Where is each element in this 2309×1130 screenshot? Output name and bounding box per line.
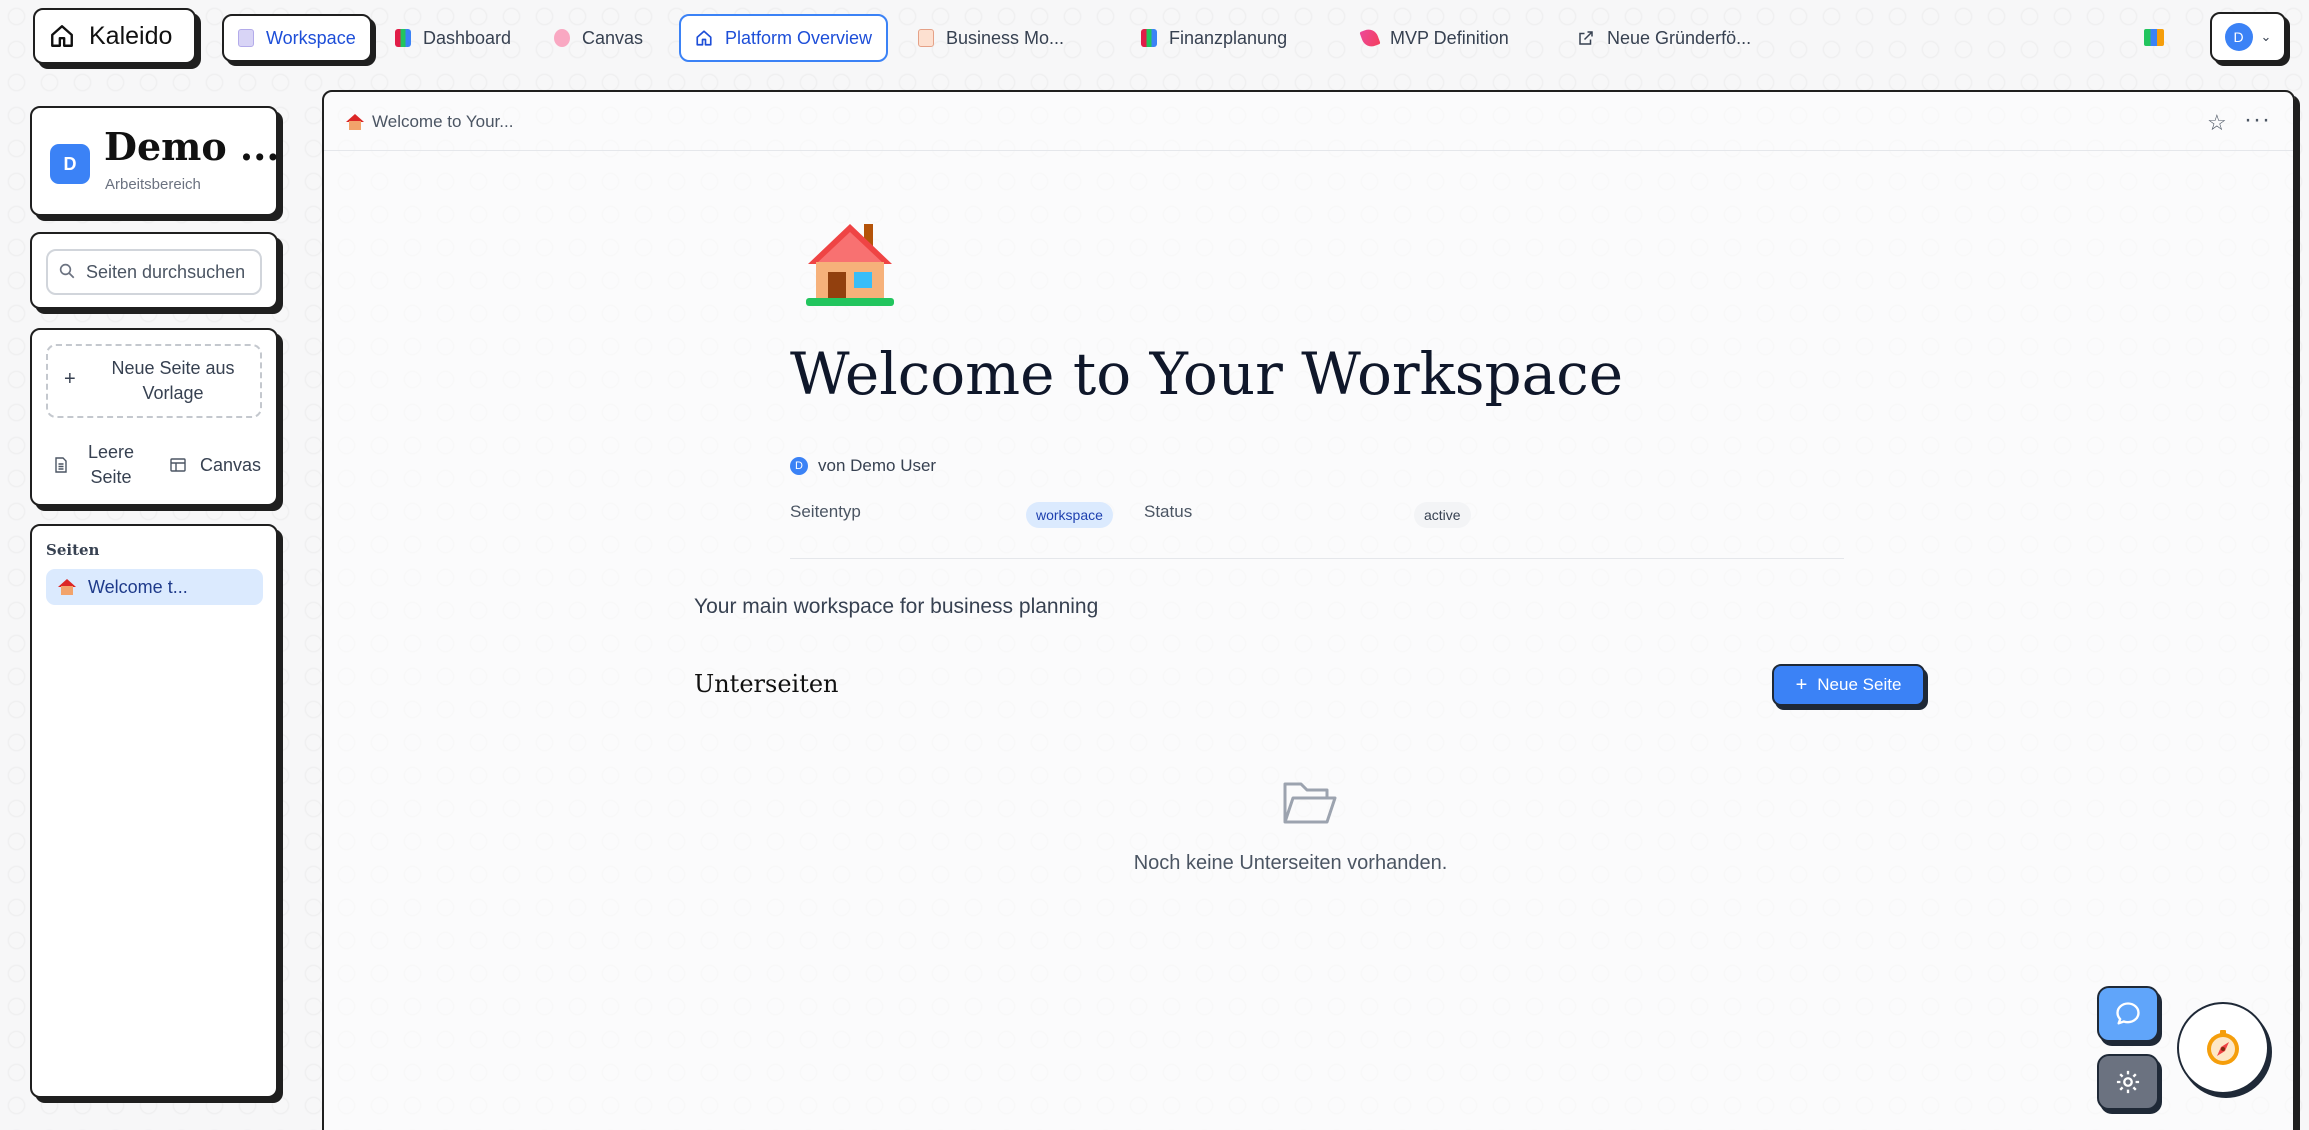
page-title: Welcome to Your Workspace bbox=[790, 340, 1624, 408]
subpages-heading: Unterseiten bbox=[694, 670, 839, 698]
user-menu-button[interactable]: D ⌄ bbox=[2210, 12, 2286, 62]
pages-card: Seiten Welcome t... bbox=[30, 524, 278, 1098]
house-icon bbox=[806, 224, 894, 306]
avatar: D bbox=[2224, 23, 2253, 51]
page-type-label: Seitentyp bbox=[790, 502, 861, 521]
workspace-name: Demo ... bbox=[104, 124, 280, 169]
new-page-from-template-button[interactable]: + Neue Seite aus Vorlage bbox=[46, 344, 262, 418]
tab-label: MVP Definition bbox=[1390, 27, 1509, 48]
tab-dashboard[interactable]: Dashboard bbox=[381, 14, 525, 62]
breadcrumb[interactable]: Welcome to Your... bbox=[346, 112, 513, 132]
tab-mvp-definition[interactable]: MVP Definition bbox=[1348, 14, 1523, 62]
top-navigation: Kaleido Workspace Dashboard Canvas Platf… bbox=[0, 0, 2309, 80]
ledger-icon bbox=[918, 29, 934, 47]
canvas-button[interactable]: Canvas bbox=[170, 436, 261, 494]
properties-divider bbox=[790, 558, 1844, 559]
new-subpage-label: Neue Seite bbox=[1817, 675, 1902, 694]
author-avatar: D bbox=[790, 457, 808, 475]
brain-icon bbox=[554, 29, 570, 47]
sidebar-page-label: Welcome t... bbox=[88, 576, 188, 597]
file-icon bbox=[55, 457, 67, 473]
empty-subpages-message: Noch keine Unterseiten vorhanden. bbox=[324, 852, 2293, 875]
tab-label: Canvas bbox=[582, 27, 644, 48]
search-icon bbox=[59, 263, 75, 279]
page-author: D von Demo User bbox=[790, 456, 936, 476]
breadcrumb-label: Welcome to Your... bbox=[372, 112, 514, 131]
compass-icon bbox=[2207, 1030, 2239, 1065]
tab-label: Finanzplanung bbox=[1169, 27, 1288, 48]
empty-subpages-text: Noch keine Unterseiten vorhanden. bbox=[1133, 852, 1448, 874]
tab-business-model[interactable]: Business Mo... bbox=[904, 14, 1078, 62]
chat-icon bbox=[2116, 1002, 2140, 1025]
chevron-down-icon: ⌄ bbox=[2260, 29, 2272, 44]
tab-label: Dashboard bbox=[423, 27, 512, 48]
tab-platform-overview[interactable]: Platform Overview bbox=[679, 14, 889, 62]
tab-neue-gruenderfoerderung[interactable]: Neue Gründerfö... bbox=[1563, 14, 1765, 62]
empty-page-button[interactable]: Leere Seite bbox=[54, 436, 140, 494]
tab-finanzplanung[interactable]: Finanzplanung bbox=[1127, 14, 1301, 62]
empty-page-label: Leere Seite bbox=[87, 442, 135, 487]
workspace-subtitle: Arbeitsbereich bbox=[105, 176, 201, 193]
page-content: Welcome to Your... ☆ ··· Welcome to Your… bbox=[322, 90, 2295, 1130]
bar-chart-icon bbox=[395, 29, 411, 47]
status-badge: active bbox=[1414, 502, 1471, 528]
more-options-icon[interactable]: ··· bbox=[2244, 106, 2271, 134]
brand-name: Kaleido bbox=[89, 21, 173, 50]
chat-button[interactable] bbox=[2097, 986, 2159, 1042]
brand-button[interactable]: Kaleido bbox=[33, 8, 196, 64]
author-label: von Demo User bbox=[818, 456, 937, 475]
bar-chart-icon bbox=[1141, 29, 1157, 47]
tab-workspace[interactable]: Workspace bbox=[222, 14, 372, 62]
template-button-label: Neue Seite aus Vorlage bbox=[111, 358, 235, 403]
star-icon[interactable]: ☆ bbox=[2207, 110, 2227, 136]
workspace-avatar: D bbox=[50, 144, 90, 184]
plus-icon: + bbox=[64, 368, 76, 390]
home-icon bbox=[51, 25, 73, 47]
plus-icon: + bbox=[1795, 673, 1808, 696]
tab-label: Platform Overview bbox=[725, 27, 873, 48]
rocket-icon bbox=[1359, 26, 1381, 50]
tab-label: Workspace bbox=[266, 27, 356, 48]
tab-label: Business Mo... bbox=[946, 27, 1065, 48]
search-box[interactable] bbox=[46, 249, 262, 295]
external-link-icon bbox=[1579, 31, 1593, 45]
status-label: Status bbox=[1144, 502, 1193, 521]
page-type-badge: workspace bbox=[1026, 502, 1113, 528]
canvas-icon bbox=[170, 458, 186, 472]
header-divider bbox=[324, 150, 2293, 151]
settings-button[interactable] bbox=[2097, 1054, 2159, 1110]
search-card bbox=[30, 232, 278, 309]
folder-open-icon bbox=[1283, 782, 1337, 824]
home-icon bbox=[696, 30, 712, 46]
pages-heading: Seiten bbox=[46, 541, 100, 559]
search-input[interactable] bbox=[86, 261, 256, 283]
canvas-label: Canvas bbox=[200, 454, 262, 475]
tab-canvas[interactable]: Canvas bbox=[540, 14, 657, 62]
workspace-card[interactable]: D Demo ... Arbeitsbereich bbox=[30, 106, 280, 216]
document-icon bbox=[238, 29, 254, 47]
new-page-card: + Neue Seite aus Vorlage Leere Seite Can… bbox=[30, 328, 278, 506]
books-icon[interactable] bbox=[2144, 29, 2164, 46]
gear-icon bbox=[2116, 1070, 2140, 1094]
house-icon bbox=[346, 114, 364, 130]
page-description[interactable]: Your main workspace for business plannin… bbox=[694, 595, 1098, 619]
tab-label: Neue Gründerfö... bbox=[1607, 27, 1752, 48]
new-subpage-button[interactable]: + Neue Seite bbox=[1772, 664, 1925, 706]
navigator-button[interactable] bbox=[2177, 1002, 2269, 1094]
house-icon bbox=[58, 579, 76, 595]
sidebar-page-welcome[interactable]: Welcome t... bbox=[46, 569, 263, 605]
